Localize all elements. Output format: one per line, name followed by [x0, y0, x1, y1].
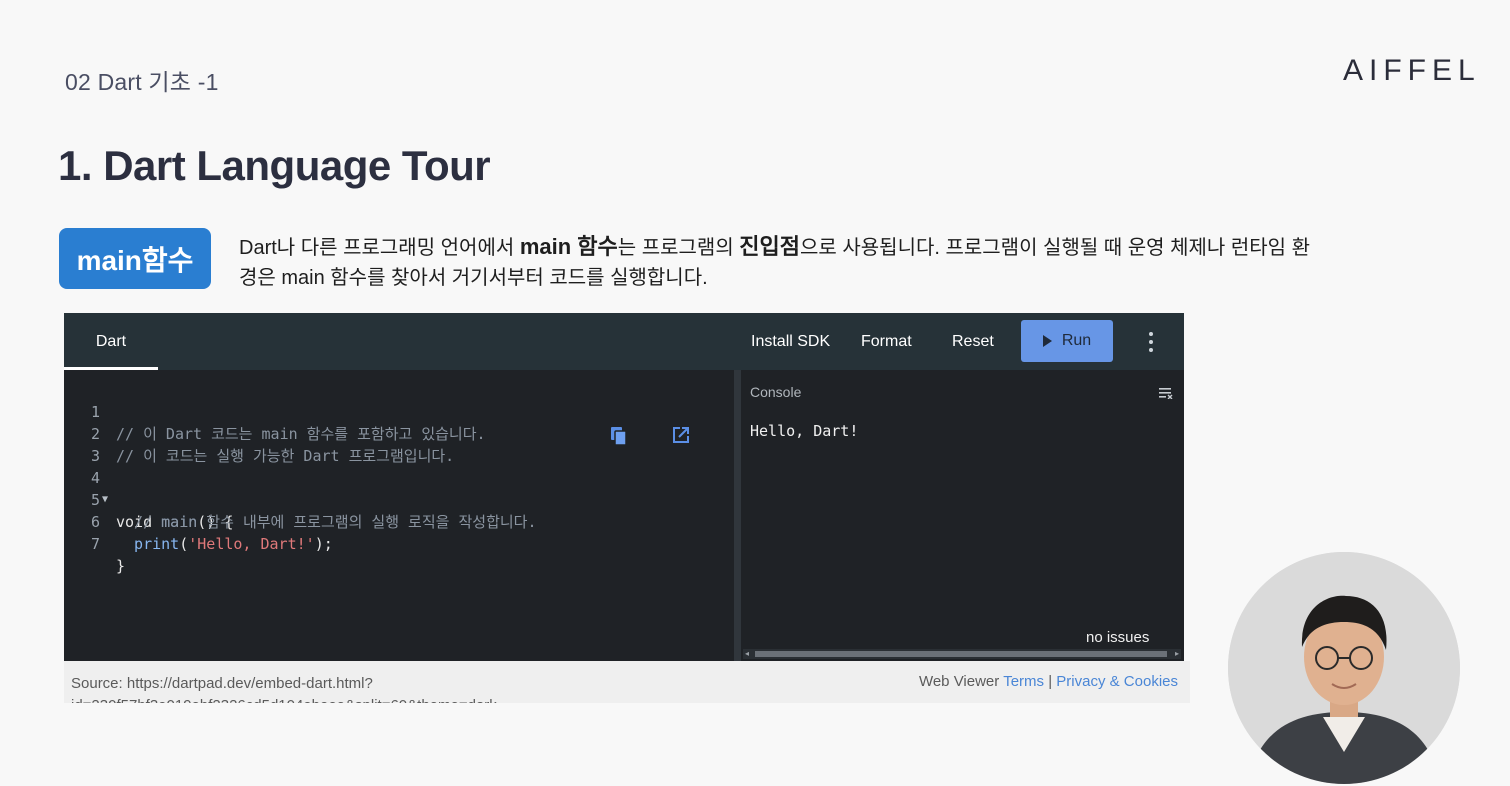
footer-separator: | — [1048, 673, 1053, 690]
console-title: Console — [750, 384, 802, 400]
description-text: Dart나 다른 프로그래밍 언어에서 — [239, 237, 520, 259]
code-line: 3 — [64, 423, 136, 465]
topic-badge: main함수 — [59, 228, 211, 289]
code-text: } — [116, 557, 126, 575]
terms-link[interactable]: Terms — [1003, 673, 1044, 690]
section-label: 02 Dart 기초 -1 — [65, 69, 219, 95]
source-url: Source: https://dartpad.dev/embed-dart.h… — [71, 675, 497, 703]
console-panel: Console Hello, Dart! no issues ◂ ▸ — [741, 373, 1184, 661]
description: Dart나 다른 프로그래밍 언어에서 main 함수는 프로그램의 진입점으로… — [239, 232, 1319, 293]
privacy-link[interactable]: Privacy & Cookies — [1056, 673, 1178, 690]
code-comment: // main 함수 내부에 프로그램의 실행 로직을 작성합니다. — [116, 513, 537, 531]
line-number: 7 — [90, 535, 100, 553]
code-line: 4 ▼ void main() { — [64, 445, 233, 531]
code-comment: // 이 코드는 실행 가능한 Dart 프로그램입니다. — [116, 447, 455, 465]
embed-footer: Source: https://dartpad.dev/embed-dart.h… — [64, 661, 1190, 703]
copy-icon[interactable] — [610, 426, 628, 446]
dartpad-embed: Dart Install SDK Format Reset Run 1 // 이… — [64, 313, 1184, 661]
tab-indicator — [64, 367, 158, 370]
code-text: print('Hello, Dart!'); — [116, 533, 333, 555]
code-string: 'Hello, Dart!' — [188, 535, 315, 553]
code-comment: // 이 Dart 코드는 main 함수를 포함하고 있습니다. — [116, 425, 486, 443]
description-bold: 진입점 — [739, 234, 801, 259]
code-line: 2 // 이 코드는 실행 가능한 Dart 프로그램입니다. — [64, 401, 454, 465]
presenter-avatar — [1228, 552, 1460, 784]
horizontal-scrollbar[interactable]: ◂ ▸ — [743, 649, 1181, 659]
clear-console-icon[interactable] — [1159, 387, 1173, 399]
code-line: 1 // 이 Dart 코드는 main 함수를 포함하고 있습니다. — [64, 379, 486, 443]
run-button[interactable]: Run — [1021, 320, 1113, 362]
scroll-left-icon[interactable]: ◂ — [745, 649, 749, 659]
tab-dart[interactable]: Dart — [64, 313, 158, 370]
scroll-right-icon[interactable]: ▸ — [1175, 649, 1179, 659]
web-viewer-label: Web Viewer — [918, 673, 1000, 690]
code-punct: ( — [179, 535, 189, 553]
open-in-new-icon[interactable] — [672, 426, 690, 444]
play-icon — [1042, 335, 1052, 347]
brand-logo: AIFFEL — [1343, 54, 1481, 87]
reset-button[interactable]: Reset — [952, 313, 994, 370]
slide: 02 Dart 기초 -1 AIFFEL 1. Dart Language To… — [0, 0, 1510, 786]
code-punct: ); — [314, 535, 333, 553]
page-title: 1. Dart Language Tour — [58, 142, 491, 189]
scrollbar-thumb[interactable] — [755, 651, 1167, 657]
description-text: 는 프로그램의 — [617, 237, 740, 259]
split-divider[interactable] — [734, 370, 741, 661]
code-editor[interactable]: 1 // 이 Dart 코드는 main 함수를 포함하고 있습니다. 2 //… — [64, 373, 734, 661]
code-line: 6 print('Hello, Dart!'); — [64, 489, 333, 553]
analysis-status: no issues — [1086, 629, 1150, 646]
console-output: Hello, Dart! — [750, 422, 859, 440]
code-line: 7 } — [64, 511, 136, 575]
footer-links: Web Viewer Terms | Privacy & Cookies — [919, 673, 1178, 690]
format-button[interactable]: Format — [861, 313, 912, 370]
run-button-label: Run — [1061, 332, 1092, 349]
code-line: 5 // main 함수 내부에 프로그램의 실행 로직을 작성합니다. — [64, 467, 537, 531]
more-vert-icon[interactable] — [1147, 332, 1155, 352]
presenter-video — [1228, 552, 1460, 784]
install-sdk-button[interactable]: Install SDK — [751, 313, 830, 370]
dartpad-toolbar: Dart Install SDK Format Reset Run — [64, 313, 1184, 370]
description-bold: main 함수 — [519, 234, 618, 259]
